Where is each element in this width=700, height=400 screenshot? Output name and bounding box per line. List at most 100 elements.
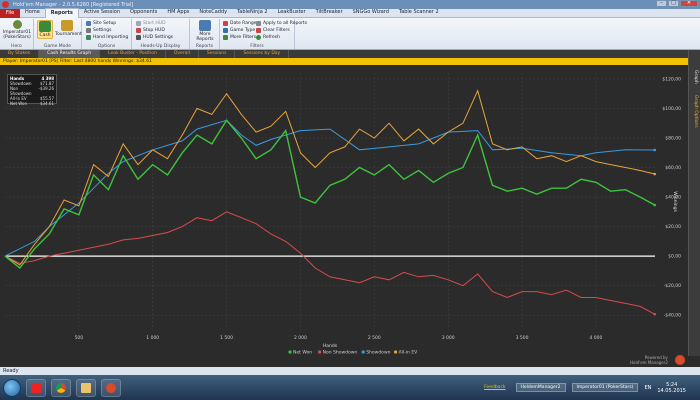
- clear-filters-button[interactable]: Clear Filters: [256, 27, 290, 34]
- legend-swatch: [318, 350, 322, 354]
- menu-tab-reports[interactable]: Reports: [44, 8, 79, 18]
- report-tab-overall[interactable]: Overall: [166, 50, 199, 58]
- tournament-mode-button[interactable]: Tournament: [55, 20, 82, 37]
- status-bar: Ready: [0, 367, 700, 375]
- report-tab-sessions-by-day[interactable]: Sessions by Day: [235, 50, 290, 58]
- cash-icon: [39, 21, 51, 32]
- hud-settings-icon: [136, 35, 141, 40]
- file-menu-button[interactable]: File: [0, 8, 20, 18]
- menu-tab-table-scanner-2[interactable]: Table Scanner 2: [394, 8, 444, 18]
- report-tab-cash-results-graph[interactable]: Cash Results Graph: [39, 50, 101, 58]
- more-filters-button[interactable]: More Filters: [223, 34, 256, 41]
- y-axis-label: Winnings: [672, 191, 678, 212]
- legend-label: All-in EV: [399, 350, 419, 356]
- stats-row: Net Won $34.61: [10, 101, 54, 106]
- feedback-link[interactable]: Feedback: [484, 385, 505, 390]
- reports-icon: [199, 20, 211, 31]
- menu-tab-tableninja-2[interactable]: TableNinja 2: [232, 8, 272, 18]
- stop-hud-icon: [136, 28, 141, 33]
- group-label-hud: Heads-Up Display: [140, 44, 181, 49]
- ribbon-group-game-mode: Cash Tournament Game Mode: [34, 19, 82, 49]
- gear-icon: [86, 28, 91, 33]
- group-label-filters: Filters: [250, 44, 264, 49]
- x-tick-label: 3 000: [442, 335, 455, 341]
- legend-entry[interactable]: Net Won: [288, 350, 312, 356]
- x-tick-label: 500: [75, 335, 84, 341]
- legend-entry[interactable]: All-in EV: [394, 350, 418, 356]
- windows-taskbar: Feedback HoldemManager2 Imperator01 (Pok…: [0, 375, 700, 400]
- menu-tab-opponents[interactable]: Opponents: [125, 8, 162, 18]
- series-line-non-showdown: [4, 211, 655, 315]
- x-tick-label: 1 000: [146, 335, 159, 341]
- stats-label: Non Showdown: [10, 86, 32, 96]
- player-tray-button[interactable]: Imperator01 (PokerStars): [571, 383, 639, 392]
- menu-tab-leakbuster[interactable]: LeakBuster: [273, 8, 311, 18]
- stats-summary-box: Hands 4 398 Showdown $71.87 Non Showdown -$39…: [7, 74, 57, 106]
- clock[interactable]: 5:24 14.05.2015: [657, 382, 686, 394]
- group-label-reports: Reports: [195, 44, 214, 49]
- hand-importing-button[interactable]: Hand Importing: [86, 34, 128, 41]
- taskbar-explorer-icon[interactable]: [76, 378, 96, 397]
- date-range-button[interactable]: Date Range: [223, 20, 256, 27]
- legend-entry[interactable]: Non Showdown: [318, 350, 357, 356]
- site-setup-icon: [86, 21, 91, 26]
- clear-icon: [256, 28, 261, 33]
- maximize-button[interactable]: □: [668, 0, 679, 7]
- legend-label: Showdown: [366, 350, 390, 356]
- hm-app-icon: [2, 1, 9, 8]
- menu-tab-notecaddy[interactable]: NoteCaddy: [194, 8, 232, 18]
- system-tray: Feedback HoldemManager2 Imperator01 (Pok…: [484, 375, 700, 400]
- report-tab-leak-buster-position[interactable]: Leak Buster - Position: [100, 50, 166, 58]
- group-label-game-mode: Game Mode: [43, 44, 72, 49]
- hero-avatar-icon: [12, 20, 22, 29]
- apply-all-reports-button[interactable]: Apply to all Reports: [256, 20, 307, 27]
- x-axis-label: Hands: [323, 343, 338, 349]
- holdem-manager-tray-button[interactable]: HoldemManager2: [515, 383, 566, 392]
- filter-bar: Player: Imperator01 [PS] Filter: Last 48…: [0, 58, 688, 65]
- menu-tab-active-session[interactable]: Active Session: [79, 8, 125, 18]
- game-type-button[interactable]: Game Type: [223, 27, 255, 34]
- trophy-icon: [61, 20, 73, 31]
- start-hud-button[interactable]: Start HUD: [136, 20, 166, 27]
- site-setup-button[interactable]: Site Setup: [86, 20, 116, 27]
- menu-tab-tiltbreaker[interactable]: TiltBreaker: [311, 8, 348, 18]
- x-tick-label: 2 500: [368, 335, 381, 341]
- report-tab-by-stakes[interactable]: By Stakes: [0, 50, 40, 58]
- y-tick-label: $80,00: [665, 135, 681, 141]
- more-reports-button[interactable]: More Reports: [193, 20, 217, 42]
- legend-swatch: [361, 350, 365, 354]
- powered-by-label: Powered by Hold'em Manager2: [630, 355, 668, 365]
- legend-label: Non Showdown: [323, 350, 358, 356]
- hero-selector[interactable]: Imperator01 (PokerStars): [2, 20, 32, 40]
- start-hud-icon: [136, 21, 141, 26]
- minimize-button[interactable]: –: [656, 0, 667, 7]
- language-indicator[interactable]: EN: [644, 385, 651, 391]
- taskbar-chrome-icon[interactable]: [51, 378, 71, 397]
- ribbon-group-options: Site Setup Settings Hand Importing Optio…: [82, 19, 132, 49]
- group-label-hero: Hero: [11, 44, 22, 49]
- cash-mode-button[interactable]: Cash: [37, 20, 53, 39]
- graph-options-tab[interactable]: Graph Options: [692, 95, 698, 128]
- settings-button[interactable]: Settings: [86, 27, 111, 34]
- series-end-point: [653, 203, 657, 207]
- hud-settings-button[interactable]: HUD Settings: [136, 34, 173, 41]
- report-tab-sessions[interactable]: Sessions: [199, 50, 236, 58]
- close-button[interactable]: ✕: [680, 0, 698, 7]
- taskbar-yandex-icon[interactable]: [26, 378, 46, 397]
- stop-hud-button[interactable]: Stop HUD: [136, 27, 165, 34]
- menu-tab-home[interactable]: Home: [20, 8, 45, 18]
- menu-tab-hm-apps[interactable]: HM Apps: [162, 8, 194, 18]
- group-label-options: Options: [97, 44, 116, 49]
- graph-panel-tab[interactable]: Graph: [692, 70, 698, 84]
- results-graph-svg: -$40,00-$20,00$0,00$20,00$40,00$60,00$80…: [4, 73, 681, 356]
- ribbon-group-hero: Imperator01 (PokerStars) Hero: [0, 19, 34, 49]
- refresh-button[interactable]: Refresh: [256, 34, 280, 41]
- start-button-icon[interactable]: [3, 378, 21, 397]
- apply-icon: [256, 21, 261, 26]
- x-tick-label: 3 500: [516, 335, 529, 341]
- series-end-point: [653, 312, 657, 316]
- taskbar-holdem-manager-icon[interactable]: [101, 378, 121, 397]
- ribbon-group-hud: Start HUD Stop HUD HUD Settings Heads-Up…: [132, 19, 190, 49]
- menu-tab-snggo-wizard[interactable]: SNGGo Wizard: [348, 8, 394, 18]
- legend-entry[interactable]: Showdown: [361, 350, 391, 356]
